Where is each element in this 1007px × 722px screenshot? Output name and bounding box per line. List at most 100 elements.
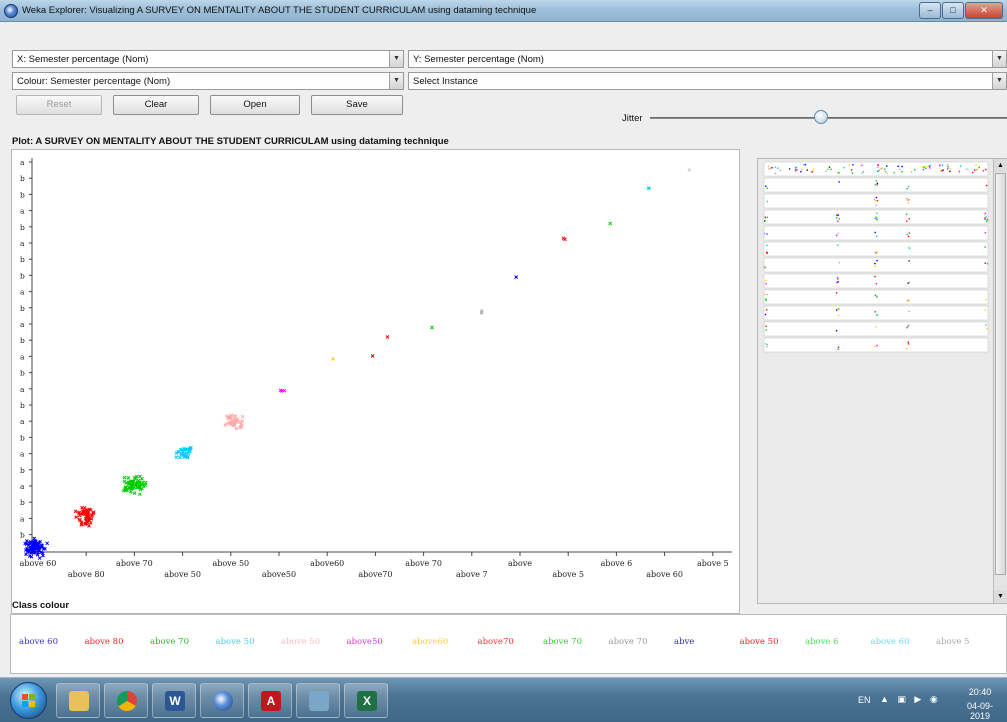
scatter-point[interactable] [74, 515, 79, 519]
scatter-point[interactable] [234, 426, 239, 431]
save-button[interactable]: Save [311, 95, 403, 115]
attribute-bar[interactable] [763, 177, 989, 193]
legend-item[interactable]: above 60 [19, 637, 58, 647]
visualize-panel: X: Semester percentage (Nom) ▼ Y: Semest… [0, 22, 1007, 677]
legend-item[interactable]: above 70 [609, 637, 648, 647]
legend-item[interactable]: above 6 [805, 637, 839, 647]
taskbar-acrobat[interactable]: A [248, 683, 292, 718]
clear-button[interactable]: Clear [113, 95, 199, 115]
legend-item[interactable]: abve [674, 637, 694, 647]
window-icon [309, 691, 329, 711]
attribute-bars-panel[interactable]: ▲ ▼ [757, 158, 1007, 604]
legend-item[interactable]: above60 [412, 637, 448, 647]
attribute-bar[interactable] [763, 161, 989, 177]
start-button[interactable] [10, 682, 47, 719]
attribute-bar[interactable] [763, 273, 989, 289]
attribute-bar[interactable] [763, 193, 989, 209]
select-instance-select[interactable]: Select Instance ▼ [408, 72, 1007, 90]
scatter-point[interactable] [385, 335, 390, 339]
scatter-point[interactable] [687, 168, 692, 172]
open-button[interactable]: Open [210, 95, 300, 115]
clock-date[interactable]: 04-09-2019 [957, 701, 1003, 721]
attribute-bar[interactable] [763, 305, 989, 321]
taskbar-excel[interactable]: X [344, 683, 388, 718]
scatter-point[interactable] [126, 476, 131, 480]
legend-item[interactable]: above 80 [85, 637, 124, 647]
scatter-point[interactable] [608, 221, 613, 226]
scatter-point[interactable] [240, 414, 245, 419]
scatter-point[interactable] [132, 491, 137, 495]
scroll-down-arrow-icon[interactable]: ▼ [994, 590, 1007, 603]
y-tick-label: a [20, 320, 25, 329]
x-axis-select-value: X: Semester percentage (Nom) [17, 54, 149, 65]
colour-select-value: Colour: Semester percentage (Nom) [17, 76, 171, 87]
scatter-point[interactable] [87, 524, 91, 528]
scatter-point[interactable] [331, 357, 335, 361]
attribute-bar[interactable] [763, 289, 989, 305]
scatter-point[interactable] [82, 506, 87, 510]
y-tick-label: b [20, 304, 25, 313]
jitter-slider-thumb[interactable] [814, 110, 829, 124]
scatter-point[interactable] [141, 480, 145, 485]
scatter-point[interactable] [138, 492, 142, 497]
taskbar-chrome[interactable] [104, 683, 148, 718]
scatter-point[interactable] [122, 475, 127, 480]
scatter-point[interactable] [514, 275, 519, 279]
taskbar-weka[interactable] [200, 683, 244, 718]
scatter-point[interactable] [138, 474, 142, 479]
y-axis-select[interactable]: Y: Semester percentage (Nom) ▼ [408, 50, 1007, 68]
colour-select[interactable]: Colour: Semester percentage (Nom) ▼ [12, 72, 404, 90]
legend-item[interactable]: above70 [478, 637, 514, 647]
attribute-bar[interactable] [763, 209, 989, 225]
x-axis-select[interactable]: X: Semester percentage (Nom) ▼ [12, 50, 404, 68]
class-colour-legend: above 60 above 80 above 70 above 50 above 50… [10, 614, 1007, 674]
y-tick-label: b [20, 255, 25, 264]
scatter-point[interactable] [129, 490, 133, 494]
attribute-bar[interactable] [763, 257, 989, 273]
scroll-up-arrow-icon[interactable]: ▲ [994, 159, 1007, 172]
scrollbar-thumb[interactable] [995, 173, 1006, 575]
scatter-point[interactable] [178, 455, 182, 460]
scatter-point[interactable] [45, 541, 50, 546]
legend-item[interactable]: above 50 [216, 637, 255, 647]
scatter-point[interactable] [430, 325, 434, 330]
attribute-bar[interactable] [763, 337, 989, 353]
scatter-point[interactable] [174, 455, 179, 460]
scatter-plot-area[interactable]: a b b a b a b b a b a b a b a b a b a b a b a b above 60 above 80… [11, 149, 740, 614]
attribute-bar[interactable] [763, 241, 989, 257]
y-tick-label: a [20, 239, 25, 248]
legend-item[interactable]: above 60 [871, 637, 910, 647]
minimize-button[interactable]: – [919, 2, 941, 19]
close-button[interactable]: ✕ [965, 2, 1003, 19]
clock-time[interactable]: 20:40 [957, 687, 1003, 697]
attribute-bar[interactable] [763, 321, 989, 337]
tray-icons[interactable]: ▲ ▣ ▶ ◉ [880, 694, 941, 705]
attribute-bars-scrollbar[interactable]: ▲ ▼ [993, 159, 1007, 603]
taskbar-explorer[interactable] [56, 683, 100, 718]
title-bar[interactable]: Weka Explorer: Visualizing A SURVEY ON M… [0, 0, 1007, 22]
x-tick-label: above [508, 559, 532, 568]
attribute-bar[interactable] [763, 225, 989, 241]
scatter-point[interactable] [73, 509, 78, 514]
legend-item[interactable]: above 50 [740, 637, 779, 647]
x-tick-label: above 7 [456, 570, 488, 579]
legend-item[interactable]: above50 [347, 637, 383, 647]
jitter-slider-track[interactable] [650, 117, 1007, 119]
taskbar-app[interactable] [296, 683, 340, 718]
legend-item[interactable]: above 50 [281, 637, 320, 647]
taskbar-word[interactable]: W [152, 683, 196, 718]
language-indicator[interactable]: EN [858, 695, 871, 705]
scatter-point[interactable] [370, 353, 375, 358]
x-tick-label: above 70 [405, 559, 442, 568]
legend-item[interactable]: above 70 [150, 637, 189, 647]
chevron-down-icon: ▼ [389, 51, 403, 67]
y-tick-label: a [20, 417, 25, 426]
scatter-point[interactable] [32, 536, 37, 541]
legend-item[interactable]: above 70 [543, 637, 582, 647]
reset-button[interactable]: Reset [16, 95, 102, 115]
y-tick-label: b [20, 190, 25, 199]
maximize-button[interactable]: □ [942, 2, 964, 19]
y-tick-label: a [20, 482, 25, 491]
scatter-point[interactable] [24, 552, 28, 557]
legend-item[interactable]: above 5 [936, 637, 970, 647]
